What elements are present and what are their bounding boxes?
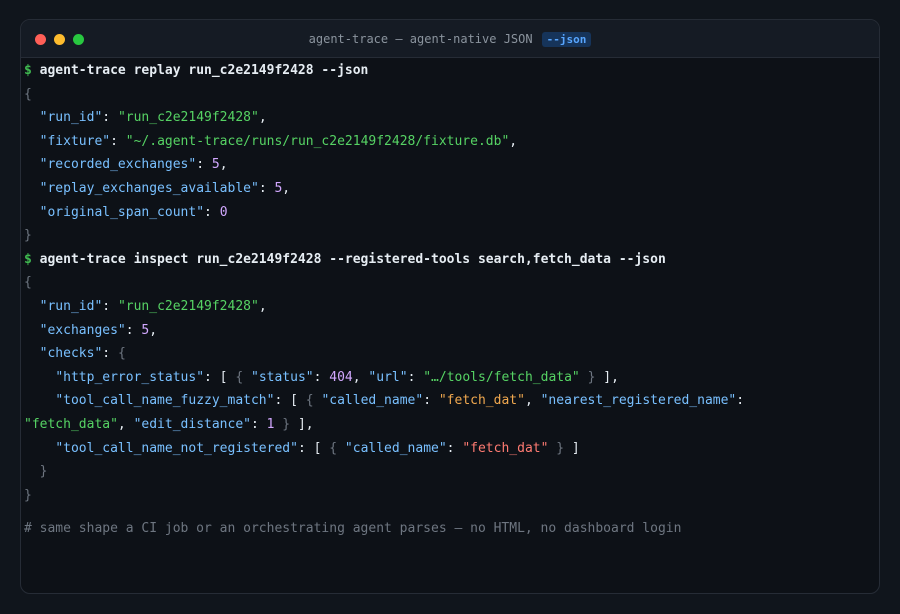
- json-flag-badge: --json: [541, 31, 592, 47]
- json-key: "exchanges": [39, 322, 126, 338]
- inspect-command: agent-trace inspect run_c2e2149f2428 --r…: [39, 251, 666, 267]
- json-string-value: "…/tools/fetch_data": [423, 369, 580, 385]
- json-line-exchanges: "exchanges": 5,: [39, 322, 158, 338]
- json-line-fuzzy-match-wrap: "fetch_data", "edit_distance": 1 } ],: [24, 416, 314, 432]
- json-line-checks: "checks": {: [39, 346, 126, 362]
- json-line-fixture: "fixture": "~/.agent-trace/runs/run_c2e2…: [39, 133, 518, 149]
- json-key: "fixture": [39, 133, 111, 149]
- json-line-recorded-exchanges: "recorded_exchanges": 5,: [39, 157, 228, 173]
- json-warning-value: "fetch_dat": [438, 393, 525, 409]
- json-line-http-error-status: "http_error_status": [ { "status": 404, …: [55, 369, 619, 385]
- prompt-symbol: $: [24, 251, 32, 267]
- json-number-value: 5: [211, 157, 220, 173]
- terminal-output[interactable]: $ agent-trace replay run_c2e2149f2428 --…: [24, 59, 744, 541]
- json-line-run-id: "run_id": "run_c2e2149f2428",: [39, 110, 267, 126]
- json-key: "edit_distance": [133, 416, 251, 432]
- json-close-brace: }: [24, 487, 32, 503]
- prompt-symbol: $: [24, 63, 32, 78]
- json-key: "original_span_count": [39, 204, 205, 220]
- json-key: "called_name": [321, 393, 424, 409]
- command-line-inspect: $ agent-trace inspect run_c2e2149f2428 -…: [24, 248, 744, 272]
- json-line-run-id: "run_id": "run_c2e2149f2428",: [39, 298, 267, 314]
- json-key: "http_error_status": [55, 369, 205, 385]
- json-error-value: "fetch_dat": [462, 440, 549, 456]
- json-close-brace-checks: }: [39, 464, 48, 480]
- json-close-brace: }: [24, 228, 32, 244]
- json-string-value: "run_c2e2149f2428": [117, 110, 259, 126]
- title-bar: agent-trace — agent-native JSON --json: [21, 20, 879, 58]
- command-line-replay: $ agent-trace replay run_c2e2149f2428 --…: [24, 59, 744, 83]
- json-key: "url": [368, 369, 408, 385]
- json-key: "recorded_exchanges": [39, 157, 197, 173]
- replay-command: agent-trace replay run_c2e2149f2428 --js…: [39, 63, 369, 78]
- json-open-brace: {: [24, 275, 32, 291]
- json-key: "nearest_registered_name": [540, 393, 737, 409]
- json-line-fuzzy-match: "tool_call_name_fuzzy_match": [ { "calle…: [55, 393, 745, 409]
- json-key: "tool_call_name_not_registered": [55, 440, 298, 456]
- json-key: "status": [251, 369, 314, 385]
- window-title: agent-trace — agent-native JSON: [308, 32, 533, 46]
- window-title-area: agent-trace — agent-native JSON --json: [21, 20, 879, 58]
- json-key: "run_id": [39, 110, 103, 126]
- json-string-value: "run_c2e2149f2428": [117, 298, 259, 314]
- json-key: "run_id": [39, 298, 103, 314]
- json-key: "called_name": [344, 440, 447, 456]
- json-number-value: 0: [219, 204, 228, 220]
- json-line-span-count: "original_span_count": 0: [39, 204, 228, 220]
- json-key: "replay_exchanges_available": [39, 180, 259, 196]
- shell-comment: # same shape a CI job or an orchestratin…: [24, 521, 682, 537]
- json-line-not-registered: "tool_call_name_not_registered": [ { "ca…: [55, 440, 580, 456]
- json-number-value: 404: [329, 369, 353, 385]
- json-key: "checks": [39, 346, 103, 362]
- json-open-brace: {: [24, 86, 32, 102]
- json-string-value: "fetch_data": [24, 416, 118, 432]
- json-key: "tool_call_name_fuzzy_match": [55, 393, 275, 409]
- json-string-value: "~/.agent-trace/runs/run_c2e2149f2428/fi…: [125, 133, 510, 149]
- json-line-replay-exchanges: "replay_exchanges_available": 5,: [39, 180, 291, 196]
